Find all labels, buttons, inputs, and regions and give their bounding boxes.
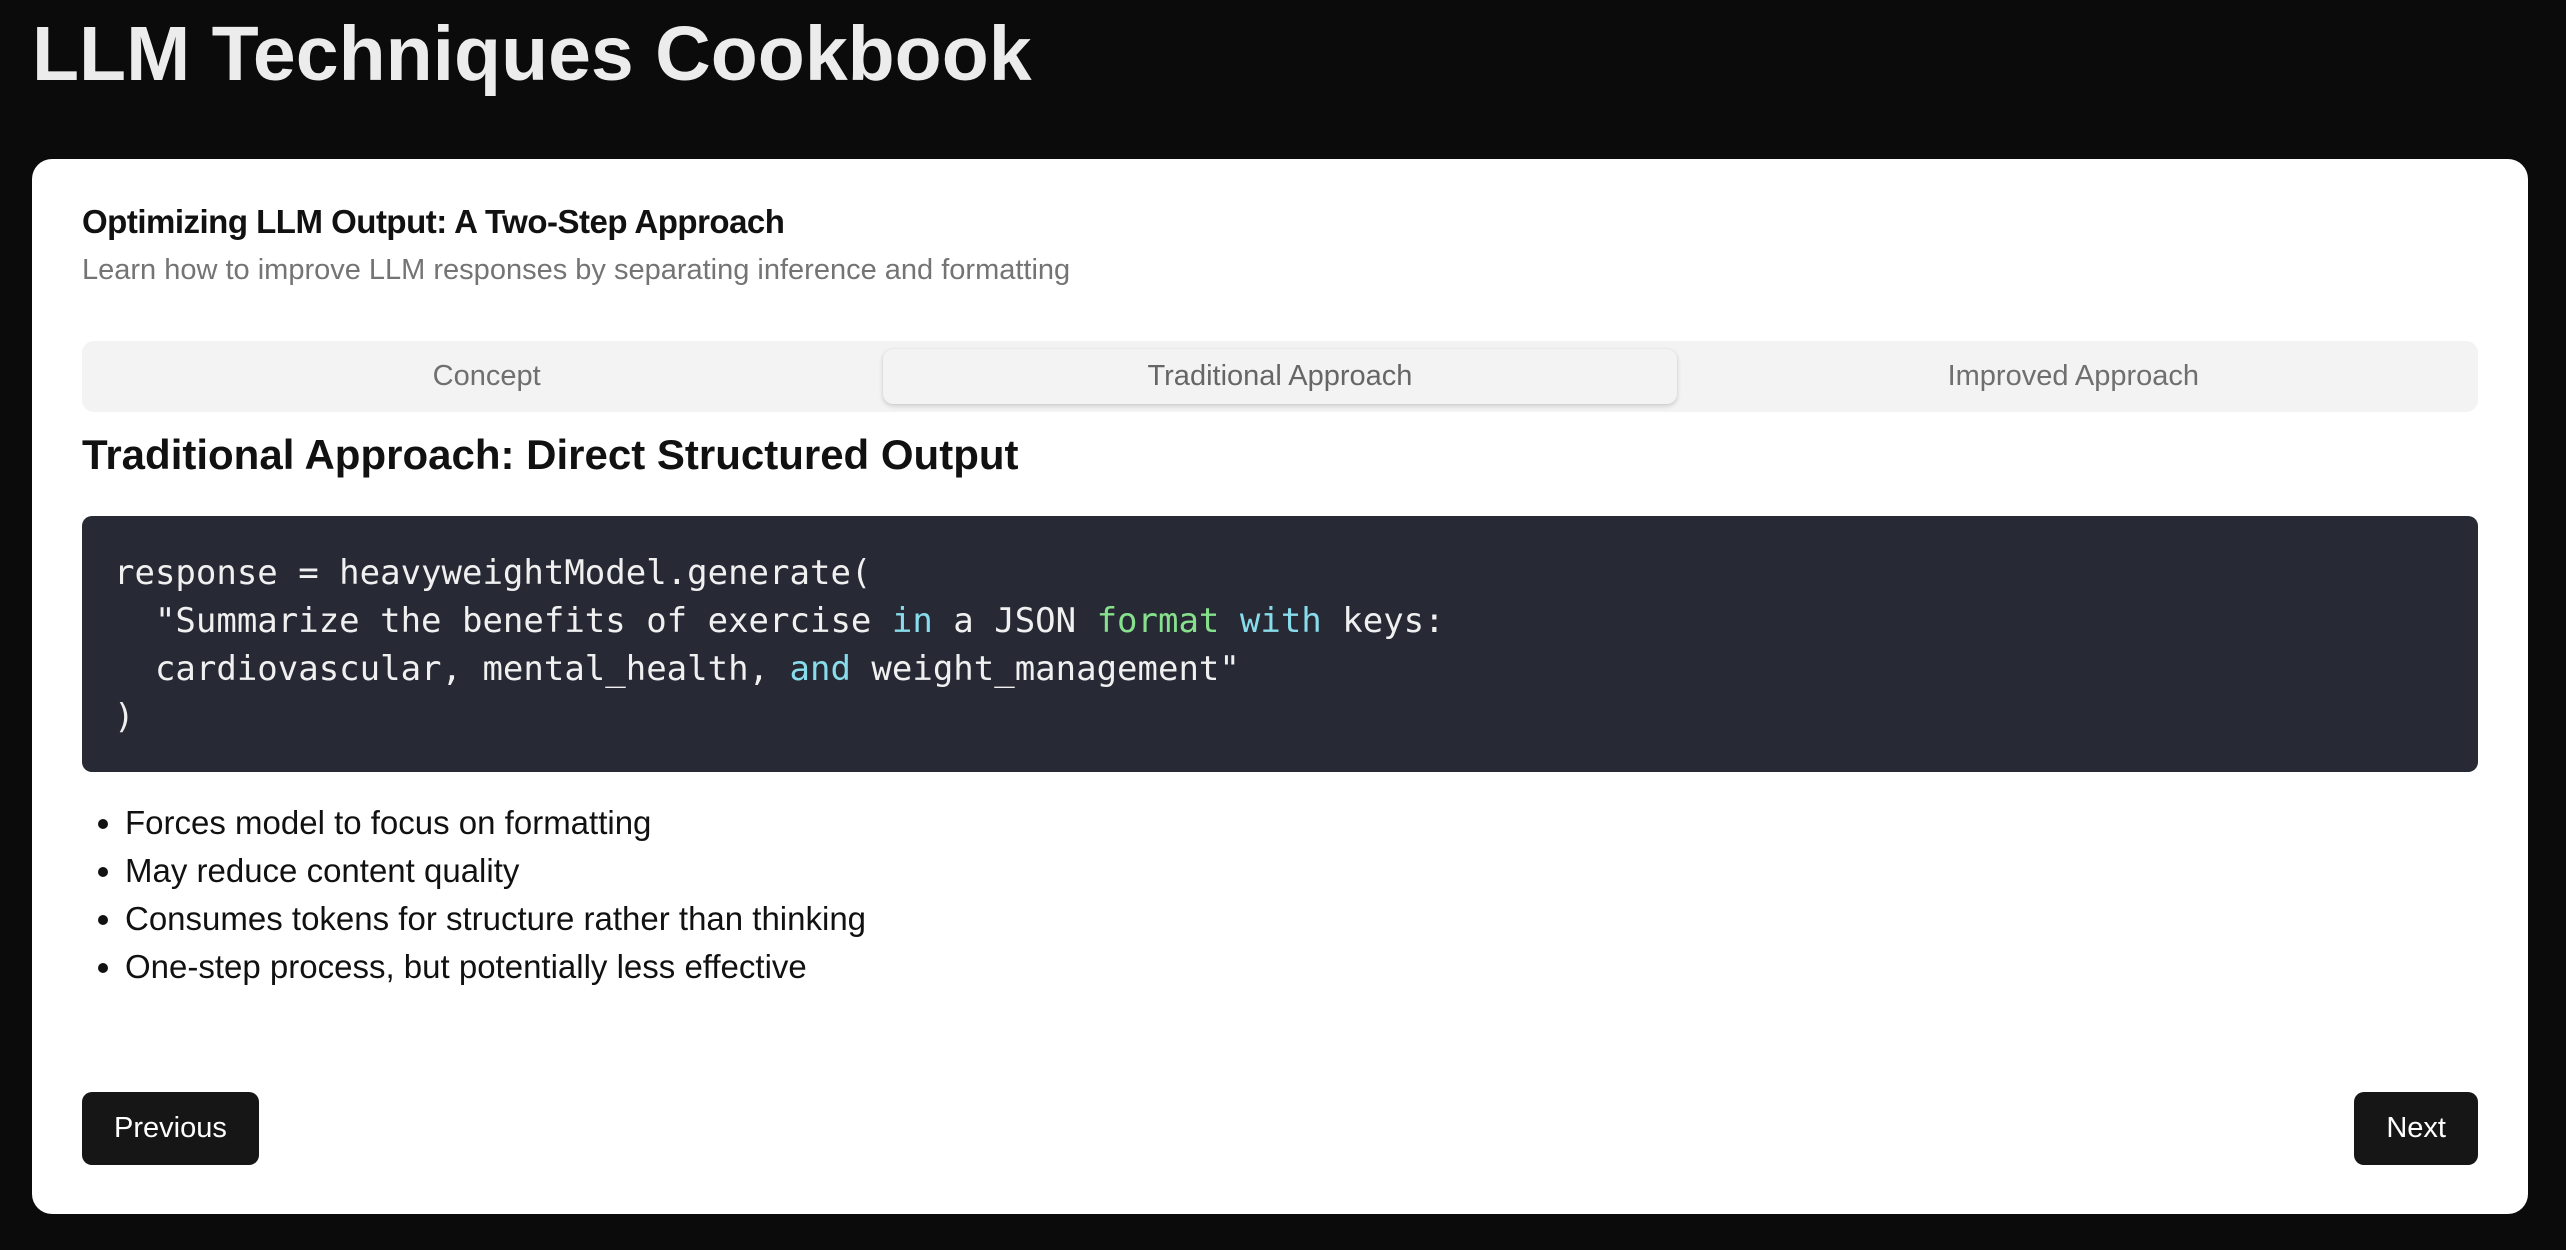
list-item: One-step process, but potentially less e…	[125, 943, 866, 991]
card-subtitle: Learn how to improve LLM responses by se…	[82, 254, 1071, 286]
code-block: response = heavyweightModel.generate( "S…	[82, 516, 2478, 772]
next-button[interactable]: Next	[2354, 1092, 2478, 1165]
card-title: Optimizing LLM Output: A Two-Step Approa…	[82, 203, 785, 240]
lesson-card: Optimizing LLM Output: A Two-Step Approa…	[32, 159, 2528, 1214]
list-item: May reduce content quality	[125, 847, 866, 895]
code-token-plain: weight_management"	[850, 649, 1240, 689]
code-token-plain: keys:	[1321, 601, 1445, 641]
code-token-keyword: in	[891, 601, 933, 641]
code-token-keyword: with	[1239, 601, 1322, 641]
tab-improved-approach[interactable]: Improved Approach	[1677, 349, 2470, 404]
code-token-plain: a JSON	[932, 601, 1097, 641]
code-token-keyword: and	[789, 649, 851, 689]
code-line: )	[114, 693, 2446, 741]
code-line: "Summarize the benefits of exercise in a…	[114, 597, 2446, 645]
section-title: Traditional Approach: Direct Structured …	[82, 431, 1019, 478]
code-token-function: format	[1096, 601, 1220, 641]
tab-traditional-approach[interactable]: Traditional Approach	[883, 349, 1677, 404]
page-title: LLM Techniques Cookbook	[32, 11, 1032, 97]
list-item: Forces model to focus on formatting	[125, 799, 866, 847]
code-token-plain: response = heavyweightModel.generate(	[114, 553, 872, 593]
tab-bar: Concept Traditional Approach Improved Ap…	[82, 341, 2478, 412]
previous-button[interactable]: Previous	[82, 1092, 259, 1165]
code-line: cardiovascular, mental_health, and weigh…	[114, 645, 2446, 693]
code-token-plain: )	[114, 697, 135, 737]
tab-concept[interactable]: Concept	[90, 349, 883, 404]
code-line: response = heavyweightModel.generate(	[114, 549, 2446, 597]
code-token-plain: "Summarize the benefits of exercise	[114, 601, 892, 641]
list-item: Consumes tokens for structure rather tha…	[125, 895, 866, 943]
code-token-plain: cardiovascular, mental_health,	[114, 649, 790, 689]
bullet-list: Forces model to focus on formatting May …	[82, 799, 866, 991]
